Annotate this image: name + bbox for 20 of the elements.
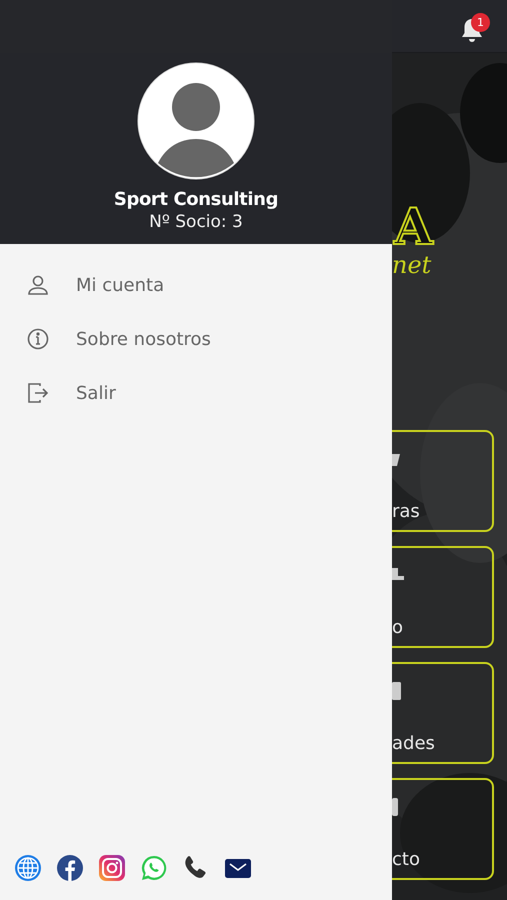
- card-label: cto: [392, 849, 420, 870]
- menu-item[interactable]: Salir: [0, 366, 392, 420]
- partial-icon: [392, 682, 404, 700]
- card-label: o: [392, 617, 404, 638]
- logo-script: net: [392, 251, 432, 279]
- menu-item[interactable]: Mi cuenta: [0, 258, 392, 312]
- globe-icon[interactable]: [14, 854, 42, 882]
- notification-badge: 1: [471, 13, 490, 32]
- logout-icon: [26, 381, 50, 405]
- menu-item[interactable]: Sobre nosotros: [0, 312, 392, 366]
- member-number: Nº Socio: 3: [149, 212, 243, 232]
- info-icon: [26, 327, 50, 351]
- facebook-icon[interactable]: [56, 854, 84, 882]
- avatar-icon: [137, 62, 255, 180]
- instagram-icon[interactable]: [98, 854, 126, 882]
- card-label: ades: [392, 733, 435, 754]
- logo-letter: A: [394, 201, 433, 253]
- person-icon: [26, 273, 50, 297]
- card-label: ras: [392, 501, 420, 522]
- user-name: Sport Consulting: [114, 189, 278, 210]
